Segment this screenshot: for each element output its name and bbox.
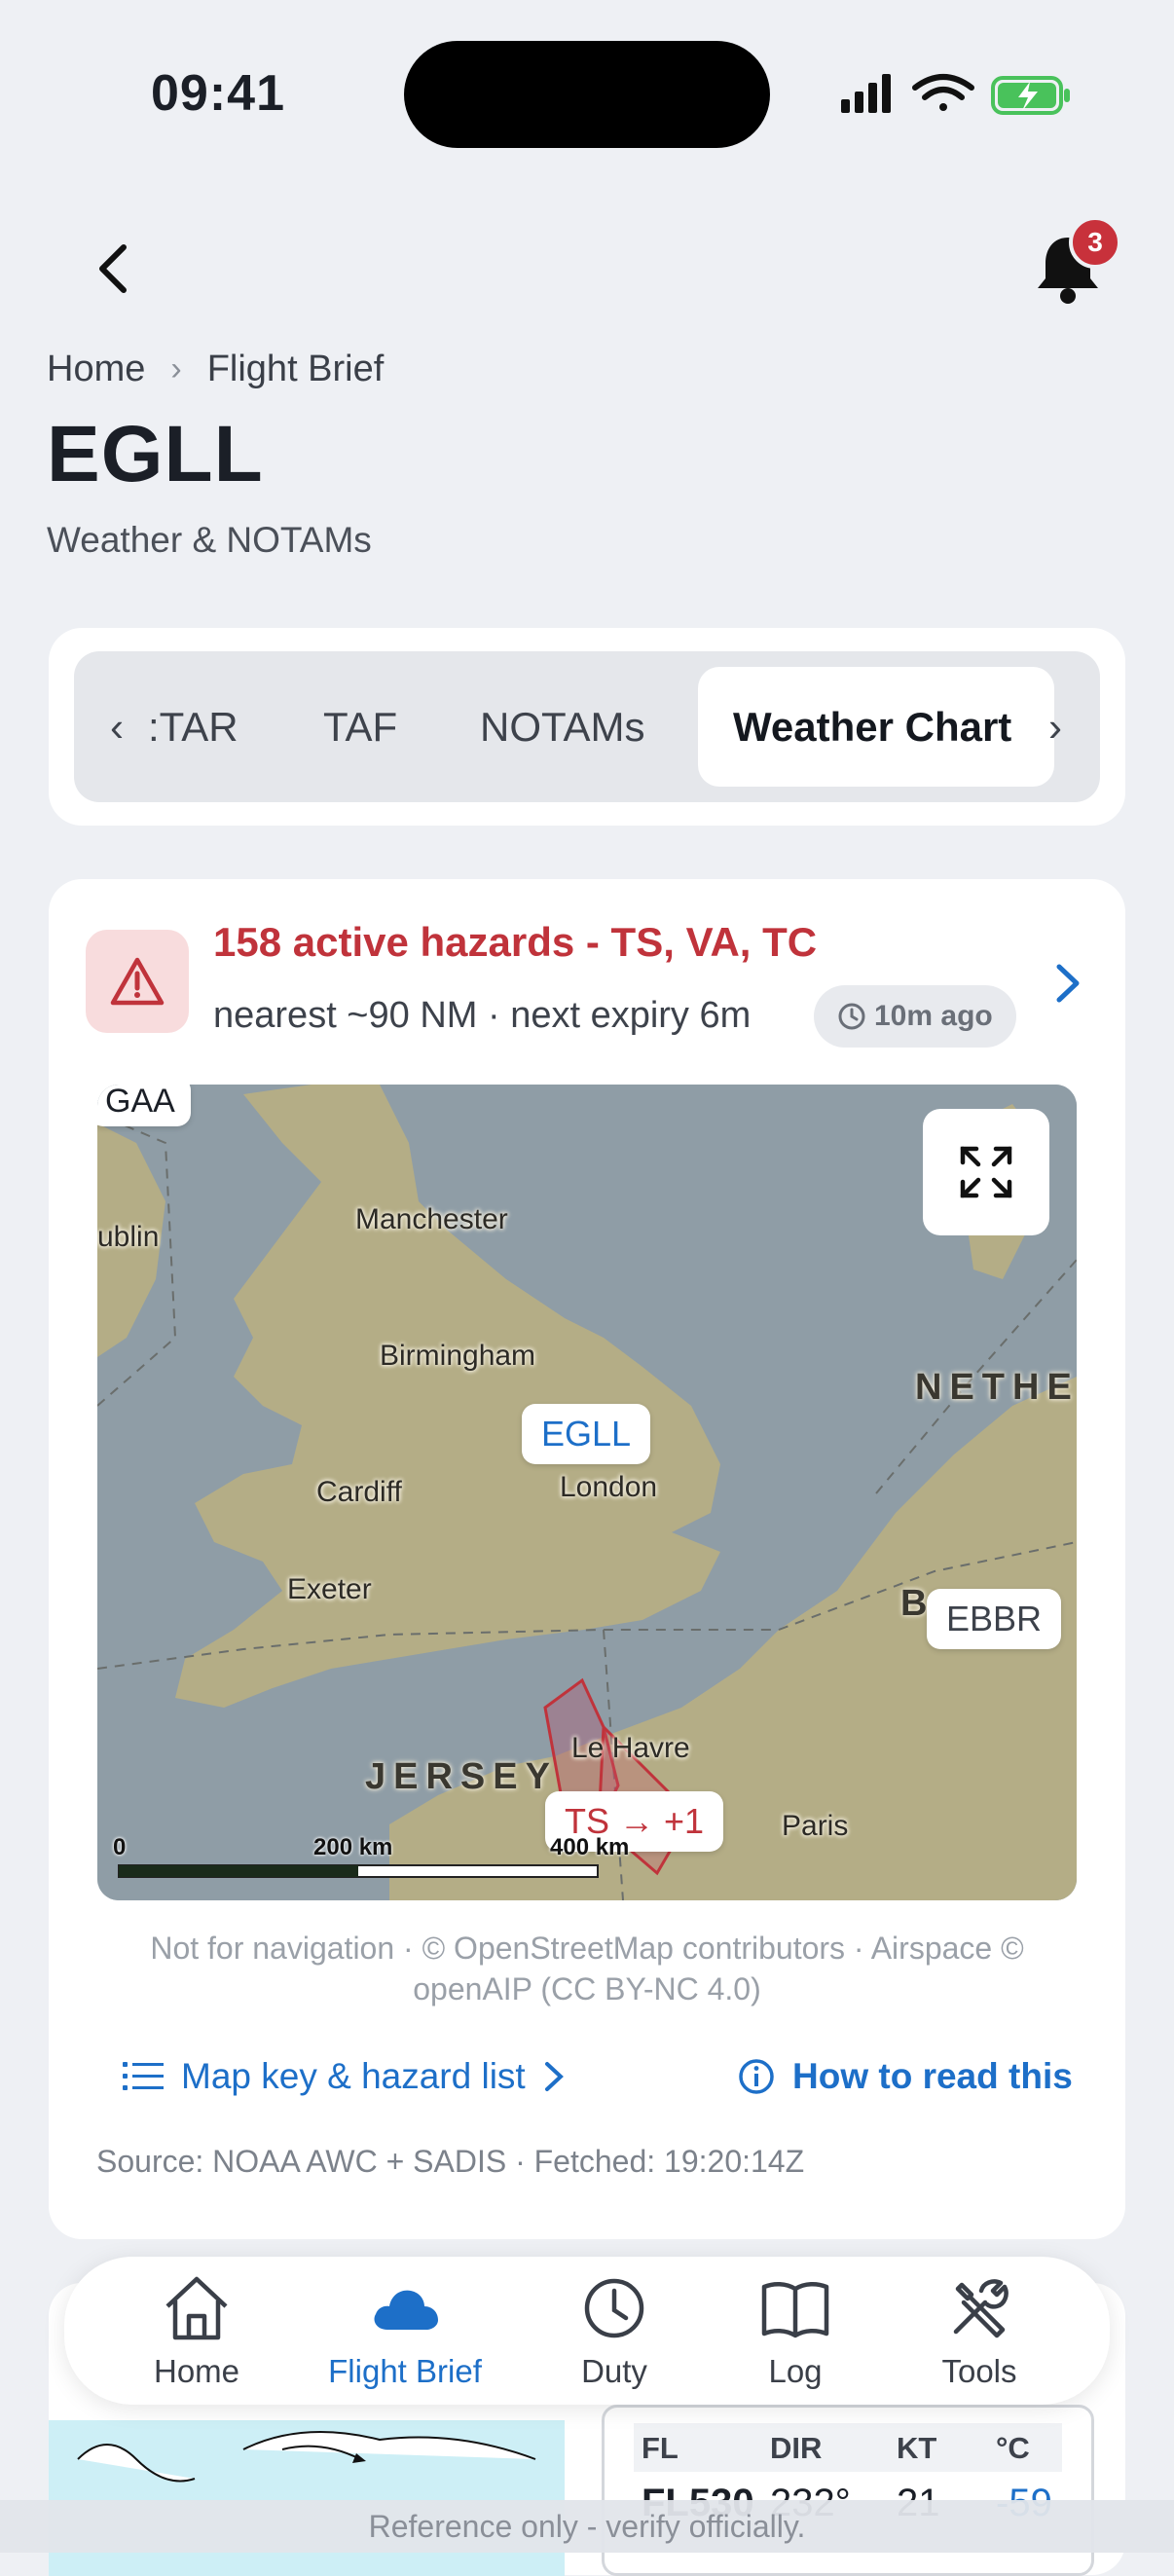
how-to-read-link[interactable]: How to read this [738, 2056, 1073, 2097]
map-label-dublin: ublin [97, 1221, 160, 1253]
warning-triangle-icon [110, 957, 165, 1006]
chevron-left-icon [99, 244, 127, 293]
breadcrumb-home[interactable]: Home [47, 349, 145, 390]
tab-scroll-right[interactable]: › [1026, 651, 1084, 802]
nav-tools[interactable]: Tools [911, 2257, 1047, 2405]
hazard-warning-badge [86, 930, 189, 1033]
info-icon [739, 2059, 774, 2094]
tab-taf[interactable]: TAF [323, 651, 397, 802]
map-label-jersey: JERSEY [365, 1756, 558, 1797]
col-kt: KT [897, 2431, 937, 2465]
chart-thumbnail[interactable] [49, 2420, 565, 2576]
disclaimer-footer: Reference only - verify officially. [0, 2500, 1174, 2553]
tab-scroll-left[interactable]: ‹ [88, 651, 146, 802]
how-to-read-label: How to read this [792, 2056, 1073, 2096]
battery-icon [991, 76, 1070, 115]
scale-label-200: 200 km [313, 1834, 393, 1860]
map-label-manchester: Manchester [355, 1203, 508, 1235]
chevron-right-icon[interactable] [1051, 959, 1084, 1008]
hazard-summary-subtitle: nearest ~90 NM · next expiry 6m [213, 995, 752, 1036]
nav-home[interactable]: Home [125, 2257, 269, 2405]
hazard-map[interactable]: GAA ublin Manchester Birmingham Cardiff … [97, 1085, 1077, 1900]
map-label-london: London [560, 1471, 658, 1503]
updated-age-text: 10m ago [874, 1000, 993, 1032]
clock-icon [838, 1003, 865, 1030]
chevron-right-icon [544, 2062, 564, 2091]
nav-log[interactable]: Log [732, 2257, 859, 2405]
list-icon [123, 2062, 164, 2090]
nav-duty[interactable]: Duty [551, 2257, 678, 2405]
chart-thumbnail-image [49, 2420, 565, 2576]
breadcrumb: Home › Flight Brief [47, 349, 384, 390]
back-button[interactable] [84, 230, 142, 308]
map-key-link[interactable]: Map key & hazard list [123, 2056, 565, 2097]
nav-log-label: Log [768, 2353, 823, 2389]
nav-flight-brief[interactable]: Flight Brief [308, 2257, 502, 2405]
tab-weather-chart[interactable]: Weather Chart [698, 667, 1054, 787]
map-expand-button[interactable] [923, 1109, 1049, 1235]
signal-icon [841, 74, 891, 113]
winds-table-header: FL DIR KT °C [634, 2423, 1062, 2472]
clock-icon [584, 2278, 644, 2338]
map-label-le-havre: Le Havre [571, 1732, 690, 1764]
bottom-nav: Home Flight Brief Duty Log Tools [64, 2257, 1110, 2405]
tab-notams[interactable]: NOTAMs [480, 651, 645, 802]
map-label-paris: Paris [782, 1810, 849, 1842]
nav-home-label: Home [153, 2353, 240, 2389]
chevron-right-icon: › [1048, 703, 1062, 750]
nav-duty-label: Duty [581, 2353, 647, 2389]
page-subtitle: Weather & NOTAMs [47, 520, 372, 560]
map-label-gaa: GAA [97, 1085, 191, 1126]
scale-label-400: 400 km [550, 1834, 630, 1860]
col-fl: FL [642, 2431, 679, 2465]
status-icons [841, 74, 1070, 115]
updated-age-badge: 10m ago [814, 985, 1016, 1048]
book-icon [761, 2282, 829, 2338]
tools-icon [953, 2279, 1009, 2338]
chevron-right-icon: › [170, 350, 182, 387]
map-label-birmingham: Birmingham [380, 1340, 536, 1372]
airport-marker-ebbr[interactable]: EBBR [927, 1589, 1062, 1649]
tab-bar: ‹ :TAR TAF NOTAMs Weather Chart › [74, 651, 1100, 802]
map-label-cardiff: Cardiff [316, 1476, 402, 1508]
tab-metar[interactable]: :TAR [148, 651, 238, 802]
notification-badge: 3 [1069, 216, 1121, 269]
map-key-label: Map key & hazard list [181, 2056, 526, 2096]
col-temp: °C [996, 2431, 1030, 2465]
breadcrumb-flight-brief[interactable]: Flight Brief [207, 349, 385, 390]
page-title: EGLL [47, 410, 264, 498]
nav-flight-brief-label: Flight Brief [328, 2353, 482, 2389]
cloud-icon [374, 2290, 438, 2330]
col-dir: DIR [770, 2431, 823, 2465]
status-time: 09:41 [151, 65, 285, 122]
expand-icon [960, 1146, 1012, 1198]
hazard-summary-title[interactable]: 158 active hazards - TS, VA, TC [213, 919, 817, 966]
wifi-icon [912, 74, 974, 111]
map-attribution: Not for navigation · © OpenStreetMap con… [150, 1931, 1024, 2006]
map-label-netherlands: NETHE [915, 1367, 1077, 1408]
nav-tools-label: Tools [941, 2353, 1017, 2389]
dynamic-island [404, 41, 770, 148]
chevron-left-icon: ‹ [110, 703, 124, 750]
scale-label-0: 0 [113, 1834, 127, 1860]
airport-marker-egll[interactable]: EGLL [522, 1404, 651, 1464]
map-label-exeter: Exeter [287, 1573, 372, 1605]
data-source-line: Source: NOAA AWC + SADIS · Fetched: 19:2… [96, 2144, 805, 2179]
home-icon [165, 2276, 228, 2340]
